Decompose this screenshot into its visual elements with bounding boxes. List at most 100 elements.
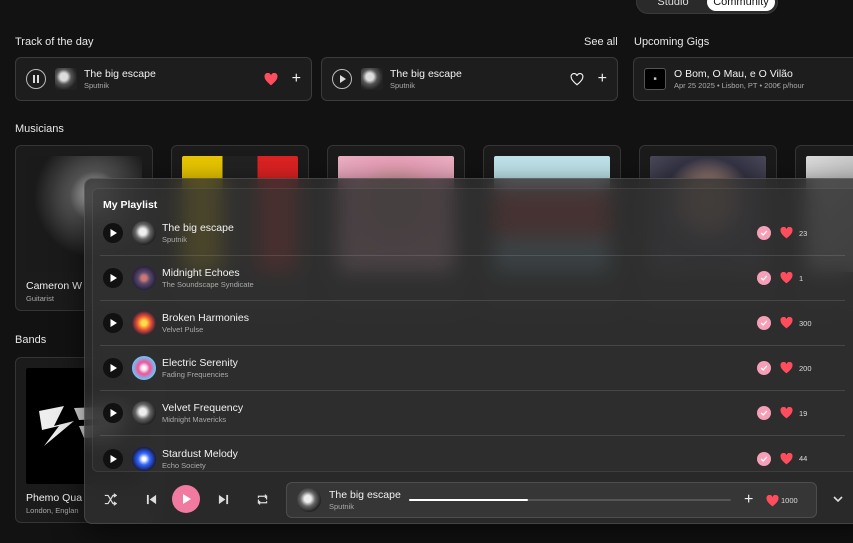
checkmark-icon <box>760 456 768 462</box>
repeat-button[interactable] <box>254 491 270 507</box>
playlist-row[interactable]: The big escape Sputnik 23 <box>100 211 845 256</box>
row-like-button[interactable] <box>780 317 793 329</box>
add-icon[interactable]: + <box>744 492 753 508</box>
checkmark-icon <box>760 230 768 236</box>
track-title: The big escape <box>84 68 156 80</box>
track-artist: Sputnik <box>390 81 416 90</box>
row-title: Midnight Echoes <box>162 267 240 279</box>
row-play-button[interactable] <box>103 268 123 288</box>
add-icon[interactable]: + <box>598 71 607 87</box>
added-check-icon[interactable] <box>757 451 771 466</box>
heart-filled-icon[interactable] <box>264 72 278 86</box>
row-artwork <box>132 446 156 471</box>
added-check-icon[interactable] <box>757 271 771 285</box>
playlist-title: My Playlist <box>103 199 158 211</box>
track-artwork <box>55 68 77 90</box>
tab-studio[interactable]: Studio <box>639 0 707 11</box>
row-title: Velvet Frequency <box>162 402 244 414</box>
row-play-button[interactable] <box>103 358 123 378</box>
chevron-down-icon <box>833 496 843 503</box>
play-icon <box>340 75 346 83</box>
checkmark-icon <box>760 320 768 326</box>
row-like-count: 44 <box>799 454 808 463</box>
track-title: The big escape <box>390 68 462 80</box>
bands-heading: Bands <box>15 334 47 346</box>
next-button[interactable] <box>215 491 231 507</box>
main-play-button[interactable] <box>172 485 200 513</box>
playlist-row[interactable]: Velvet Frequency Midnight Mavericks 19 <box>100 391 845 436</box>
row-artist: The Soundscape Syndicate <box>162 280 254 289</box>
skip-back-icon <box>146 494 156 504</box>
previous-button[interactable] <box>143 491 159 507</box>
musicians-heading: Musicians <box>15 123 64 135</box>
checkmark-icon <box>760 410 768 416</box>
row-like-count: 1 <box>799 273 804 283</box>
checkmark-icon <box>760 365 768 371</box>
tab-community[interactable]: Community <box>707 0 775 11</box>
row-artwork <box>132 401 156 425</box>
play-icon <box>110 454 117 463</box>
track-of-day-heading: Track of the day <box>15 36 94 48</box>
now-playing-artwork <box>297 488 321 512</box>
upcoming-gigs-heading: Upcoming Gigs <box>634 36 710 48</box>
now-playing-artist: Sputnik <box>329 502 355 511</box>
play-icon <box>110 319 117 327</box>
track-artwork <box>361 68 383 90</box>
musician-role: Guitarist <box>26 294 54 303</box>
now-playing-bar: The big escape Sputnik + 1000 <box>286 482 817 518</box>
collapse-button[interactable] <box>830 491 846 507</box>
playlist-row[interactable]: Stardust Melody Echo Society 44 <box>100 436 845 481</box>
row-artwork <box>132 356 156 380</box>
pause-button[interactable] <box>26 69 46 89</box>
row-play-button[interactable] <box>103 403 123 423</box>
row-play-button[interactable] <box>103 448 123 469</box>
play-icon <box>183 494 191 504</box>
like-count: 1000 <box>781 496 798 505</box>
added-check-icon[interactable] <box>757 406 771 420</box>
heart-filled-icon[interactable] <box>766 495 779 507</box>
row-title: Stardust Melody <box>162 447 238 460</box>
row-like-button[interactable] <box>780 227 793 239</box>
playlist-row[interactable]: Broken Harmonies Velvet Pulse 300 <box>100 301 845 346</box>
row-artist: Midnight Mavericks <box>162 415 227 424</box>
skip-forward-icon <box>218 494 228 504</box>
row-like-count: 300 <box>799 318 812 328</box>
row-like-button[interactable] <box>780 452 793 465</box>
playlist-row[interactable]: Electric Serenity Fading Frequencies 200 <box>100 346 845 391</box>
row-like-button[interactable] <box>780 407 793 419</box>
heart-filled-icon <box>780 272 793 284</box>
checkmark-icon <box>760 275 768 281</box>
shuffle-button[interactable] <box>102 491 118 507</box>
musician-name: Cameron W <box>26 280 83 292</box>
gig-title: O Bom, O Mau, e O Vilão <box>674 68 793 80</box>
row-artist: Sputnik <box>162 235 188 244</box>
row-artist: Fading Frequencies <box>162 370 229 379</box>
row-play-button[interactable] <box>103 223 123 243</box>
heart-outline-icon[interactable] <box>570 72 584 86</box>
gig-details: Apr 25 2025 • Lisbon, PT • 200€ p/hour <box>674 81 805 90</box>
see-all-link[interactable]: See all <box>584 36 618 48</box>
row-artist: Echo Society <box>162 460 206 470</box>
progress-bar[interactable] <box>409 499 731 501</box>
row-title: The big escape <box>162 222 234 234</box>
gig-card[interactable]: ■ O Bom, O Mau, e O Vilão Apr 25 2025 • … <box>633 57 853 101</box>
added-check-icon[interactable] <box>757 316 771 330</box>
track-card-1[interactable]: The big escape Sputnik + <box>15 57 312 101</box>
row-like-button[interactable] <box>780 362 793 374</box>
play-icon <box>110 274 117 282</box>
row-like-count: 23 <box>799 228 808 238</box>
row-play-button[interactable] <box>103 313 123 333</box>
added-check-icon[interactable] <box>757 226 771 240</box>
play-icon <box>110 229 117 237</box>
heart-filled-icon <box>780 317 793 329</box>
row-title: Electric Serenity <box>162 357 238 369</box>
added-check-icon[interactable] <box>757 361 771 375</box>
row-title: Broken Harmonies <box>162 312 249 324</box>
add-icon[interactable]: + <box>292 71 301 87</box>
play-icon <box>110 364 117 372</box>
row-artist: Velvet Pulse <box>162 325 204 334</box>
row-like-button[interactable] <box>780 272 793 284</box>
play-button[interactable] <box>332 69 352 89</box>
playlist-row[interactable]: Midnight Echoes The Soundscape Syndicate… <box>100 256 845 301</box>
track-card-2[interactable]: The big escape Sputnik + <box>321 57 618 101</box>
